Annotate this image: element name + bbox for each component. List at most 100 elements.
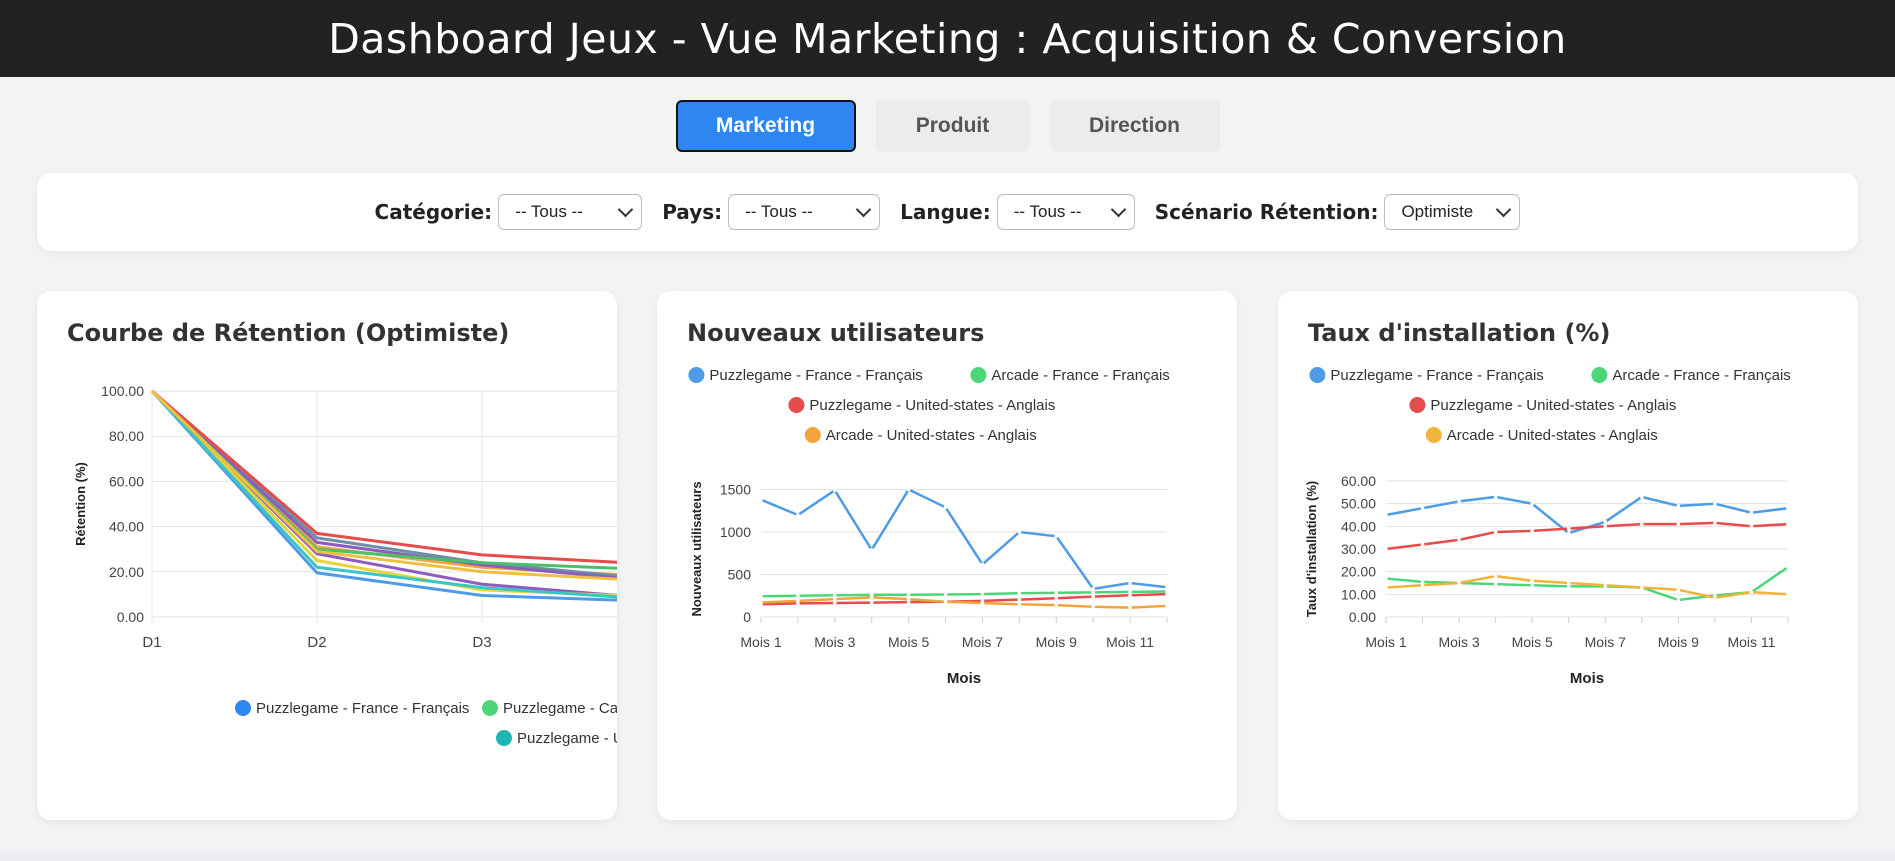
data-point — [1786, 506, 1790, 510]
data-point — [1054, 603, 1059, 607]
page-title: Dashboard Jeux - Vue Marketing : Acquisi… — [328, 14, 1567, 63]
data-point — [1676, 588, 1681, 592]
data-point — [1091, 605, 1095, 609]
data-point — [759, 600, 763, 605]
data-point — [1603, 524, 1608, 529]
data-point — [1713, 501, 1717, 506]
data-point — [1786, 592, 1790, 597]
chevron-down-icon — [1110, 201, 1127, 218]
data-point — [1420, 506, 1425, 510]
x-tick-label: Mois 1 — [1365, 634, 1406, 650]
users-chart: 1500 1000 500 0 Mois 1 Mois 3 Mois 5 Mois 7 Mois… — [688, 367, 1170, 687]
chevron-down-icon — [855, 201, 872, 218]
data-point — [980, 592, 985, 596]
data-point — [1713, 521, 1717, 525]
legend-swatch — [482, 700, 498, 716]
legend-label: Puzzlegame - France - Français — [256, 700, 469, 717]
view-tabs: Marketing Produit Direction — [0, 100, 1895, 152]
data-point — [980, 601, 985, 605]
series-line — [151, 389, 617, 564]
x-tick-label: D2 — [307, 634, 326, 651]
data-point — [1091, 594, 1095, 599]
data-point — [1530, 529, 1534, 533]
data-point — [1054, 534, 1059, 539]
x-tick-label: Mois 9 — [1658, 634, 1699, 650]
legend-label: Puzzlegame - Ur — [517, 730, 617, 747]
legend-label: Puzzlegame - France - Français — [1330, 367, 1543, 384]
data-point — [833, 601, 837, 605]
legend-swatch — [1409, 397, 1426, 413]
data-point — [869, 595, 874, 600]
pays-select[interactable]: -- Tous -- — [728, 194, 881, 230]
legend-label: Puzzlegame - Can — [503, 700, 617, 717]
data-point — [943, 599, 948, 604]
langue-select[interactable]: -- Tous -- — [996, 194, 1135, 230]
x-axis-title: Mois — [1570, 670, 1604, 687]
y-tick-label: 0 — [743, 609, 751, 625]
data-point — [1566, 531, 1571, 535]
legend-swatch — [804, 427, 821, 443]
filter-langue: Langue: -- Tous -- — [900, 194, 1135, 230]
y-tick-label: 60.00 — [109, 473, 144, 489]
data-point — [1054, 596, 1059, 601]
data-point — [796, 599, 800, 603]
legend-swatch — [235, 700, 251, 716]
filter-categorie: Catégorie: -- Tous -- — [375, 194, 643, 230]
legend-swatch — [1425, 427, 1442, 443]
x-tick-label: Mois 5 — [1512, 634, 1553, 650]
y-tick-label: 20.00 — [1341, 564, 1376, 580]
data-point — [1676, 504, 1681, 508]
data-point — [1091, 590, 1095, 595]
data-point — [1165, 604, 1169, 608]
chevron-down-icon — [617, 201, 634, 218]
install-chart: 60.00 50.00 40.00 30.00 20.00 10.00 0.00 Mois 1… — [1304, 367, 1791, 687]
page-bottom-strip — [0, 851, 1895, 861]
tab-direction[interactable]: Direction — [1049, 100, 1220, 152]
y-axis-title: Nouveaux utilisateurs — [689, 481, 704, 616]
data-point — [1017, 597, 1022, 602]
tab-marketing[interactable]: Marketing — [675, 100, 856, 152]
data-point — [1054, 590, 1059, 595]
data-point — [1128, 590, 1132, 594]
data-point — [1493, 574, 1498, 578]
legend-label: Arcade - United-states - Anglais — [826, 427, 1037, 444]
series-line — [760, 487, 1168, 591]
data-point — [1017, 530, 1022, 534]
data-point — [1713, 595, 1717, 600]
data-point — [1786, 565, 1790, 569]
data-point — [1457, 581, 1461, 585]
data-point — [943, 505, 948, 510]
data-point — [1128, 593, 1132, 598]
y-tick-label: 0.00 — [1349, 609, 1376, 625]
data-point — [1493, 530, 1498, 534]
y-axis-title: Taux d'installation (%) — [1304, 481, 1319, 617]
data-point — [869, 548, 874, 552]
legend-label: Puzzlegame - United-states - Anglais — [809, 397, 1055, 414]
data-point — [906, 592, 911, 597]
y-tick-label: 20.00 — [109, 564, 144, 580]
y-tick-label: 60.00 — [1341, 473, 1376, 489]
y-tick-label: 100.00 — [101, 383, 144, 399]
categorie-select[interactable]: -- Tous -- — [498, 194, 643, 230]
data-point — [906, 487, 911, 492]
y-axis-title: Rétention (%) — [73, 462, 88, 546]
y-tick-label: 500 — [728, 567, 752, 583]
x-tick-label: Mois 7 — [962, 634, 1003, 650]
data-point — [1384, 513, 1388, 517]
filter-label-scenario: Scénario Rétention: — [1154, 200, 1379, 224]
legend-swatch — [1591, 367, 1608, 383]
scenario-select[interactable]: Optimiste — [1384, 194, 1521, 230]
chevron-down-icon — [1496, 201, 1512, 218]
data-point — [1128, 581, 1132, 585]
tab-produit[interactable]: Produit — [875, 100, 1030, 152]
data-point — [759, 497, 763, 502]
x-tick-label: Mois 5 — [888, 634, 929, 650]
data-point — [1420, 583, 1425, 588]
filter-pays: Pays: -- Tous -- — [662, 194, 881, 230]
data-point — [1420, 580, 1425, 584]
x-tick-label: Mois 1 — [740, 634, 781, 650]
retention-card: Courbe de Rétention (Optimiste) 100.00 80… — [37, 291, 617, 820]
data-point — [980, 562, 985, 567]
langue-select-value: -- Tous -- — [1013, 202, 1082, 221]
legend-swatch — [496, 730, 512, 746]
